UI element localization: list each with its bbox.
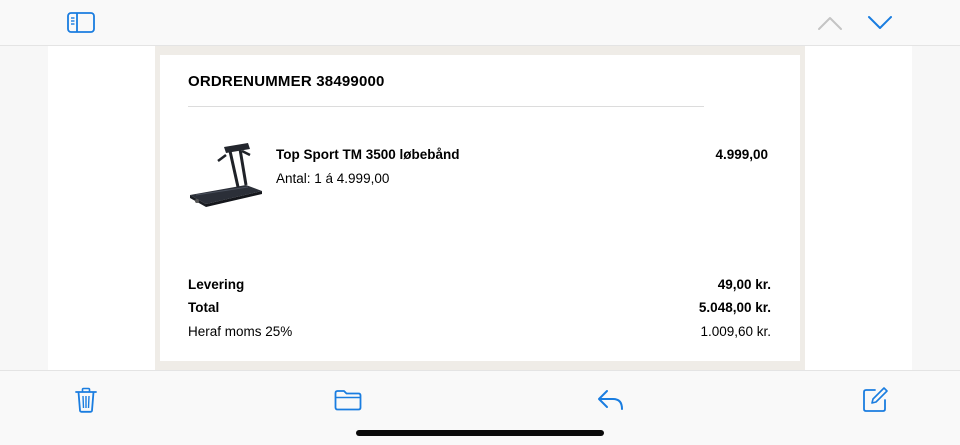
- trash-icon[interactable]: [75, 387, 97, 413]
- order-card: ORDRENUMMER 38499000 Top Sport TM 3500 l…: [160, 55, 800, 361]
- treadmill-image: [186, 141, 266, 218]
- vat-label: Heraf moms 25%: [188, 324, 293, 339]
- compose-icon[interactable]: [862, 387, 888, 413]
- vat-value: 1.009,60 kr.: [700, 324, 771, 339]
- total-label: Total: [188, 300, 220, 315]
- folder-icon[interactable]: [334, 389, 362, 411]
- reply-icon[interactable]: [597, 389, 625, 411]
- product-name: Top Sport TM 3500 løbebånd: [276, 147, 460, 162]
- order-number-title: ORDRENUMMER 38499000: [188, 73, 385, 90]
- top-toolbar: [0, 0, 960, 46]
- chevron-down-icon[interactable]: [867, 15, 893, 31]
- sidebar-toggle-icon[interactable]: [67, 12, 95, 33]
- product-quantity: Antal: 1 á 4.999,00: [276, 171, 390, 186]
- total-value: 5.048,00 kr.: [698, 300, 771, 315]
- home-indicator: [356, 430, 604, 436]
- product-price: 4.999,00: [715, 147, 768, 162]
- delivery-label: Levering: [188, 277, 245, 292]
- divider: [188, 106, 704, 107]
- chevron-up-icon[interactable]: [817, 15, 843, 31]
- delivery-value: 49,00 kr.: [717, 277, 771, 292]
